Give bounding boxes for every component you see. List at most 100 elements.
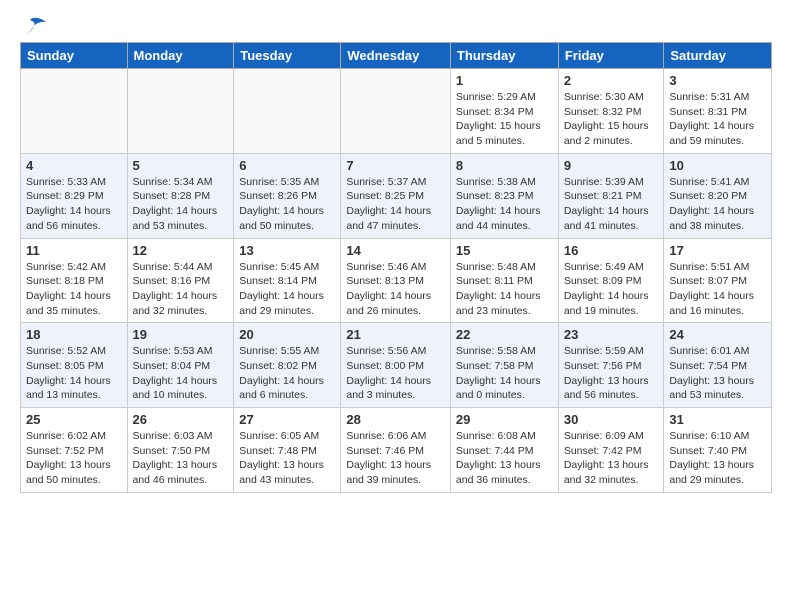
- day-info: Sunrise: 5:48 AM Sunset: 8:11 PM Dayligh…: [456, 260, 553, 319]
- day-number: 1: [456, 73, 553, 88]
- day-info: Sunrise: 5:49 AM Sunset: 8:09 PM Dayligh…: [564, 260, 659, 319]
- day-number: 21: [346, 327, 445, 342]
- day-number: 24: [669, 327, 766, 342]
- week-row-5: 25 Sunrise: 6:02 AM Sunset: 7:52 PM Dayli…: [21, 408, 772, 493]
- day-info: Sunrise: 5:55 AM Sunset: 8:02 PM Dayligh…: [239, 344, 335, 403]
- day-cell: 24Sunrise: 6:01 AM Sunset: 7:54 PM Dayli…: [664, 323, 772, 408]
- day-info: Sunrise: 6:08 AM Sunset: 7:44 PM Dayligh…: [456, 429, 553, 488]
- calendar: SundayMondayTuesdayWednesdayThursdayFrid…: [20, 42, 772, 493]
- day-cell: 3Sunrise: 5:31 AM Sunset: 8:31 PM Daylig…: [664, 69, 772, 154]
- day-cell: 30 Sunrise: 6:09 AM Sunset: 7:42 PM Dayli…: [558, 408, 664, 493]
- day-cell: 31 Sunrise: 6:10 AM Sunset: 7:40 PM Dayli…: [664, 408, 772, 493]
- day-cell: 28Sunrise: 6:06 AM Sunset: 7:46 PM Dayli…: [341, 408, 451, 493]
- day-info: Sunrise: 6:06 AM Sunset: 7:46 PM Dayligh…: [346, 429, 445, 488]
- day-info: Sunrise: 5:41 AM Sunset: 8:20 PM Dayligh…: [669, 175, 766, 234]
- day-info: Sunrise: 6:09 AM Sunset: 7:42 PM Dayligh…: [564, 429, 659, 488]
- day-number: 8: [456, 158, 553, 173]
- day-cell: 8 Sunrise: 5:38 AM Sunset: 8:23 PM Daylig…: [450, 153, 558, 238]
- day-cell: 27 Sunrise: 6:05 AM Sunset: 7:48 PM Dayli…: [234, 408, 341, 493]
- day-number: 23: [564, 327, 659, 342]
- week-row-2: 4 Sunrise: 5:33 AM Sunset: 8:29 PM Daylig…: [21, 153, 772, 238]
- day-number: 18: [26, 327, 122, 342]
- day-cell: [341, 69, 451, 154]
- day-cell: 16 Sunrise: 5:49 AM Sunset: 8:09 PM Dayli…: [558, 238, 664, 323]
- day-info: Sunrise: 6:10 AM Sunset: 7:40 PM Dayligh…: [669, 429, 766, 488]
- day-number: 27: [239, 412, 335, 427]
- day-number: 29: [456, 412, 553, 427]
- week-row-3: 11Sunrise: 5:42 AM Sunset: 8:18 PM Dayli…: [21, 238, 772, 323]
- day-number: 2: [564, 73, 659, 88]
- day-info: Sunrise: 5:38 AM Sunset: 8:23 PM Dayligh…: [456, 175, 553, 234]
- day-info: Sunrise: 5:35 AM Sunset: 8:26 PM Dayligh…: [239, 175, 335, 234]
- day-cell: [21, 69, 128, 154]
- day-cell: 9 Sunrise: 5:39 AM Sunset: 8:21 PM Daylig…: [558, 153, 664, 238]
- day-number: 15: [456, 243, 553, 258]
- day-number: 17: [669, 243, 766, 258]
- day-info: Sunrise: 6:05 AM Sunset: 7:48 PM Dayligh…: [239, 429, 335, 488]
- day-number: 6: [239, 158, 335, 173]
- day-number: 16: [564, 243, 659, 258]
- day-number: 25: [26, 412, 122, 427]
- day-number: 14: [346, 243, 445, 258]
- day-info: Sunrise: 5:31 AM Sunset: 8:31 PM Dayligh…: [669, 90, 766, 149]
- weekday-wednesday: Wednesday: [341, 43, 451, 69]
- day-number: 20: [239, 327, 335, 342]
- day-cell: 17 Sunrise: 5:51 AM Sunset: 8:07 PM Dayli…: [664, 238, 772, 323]
- weekday-monday: Monday: [127, 43, 234, 69]
- day-cell: 23 Sunrise: 5:59 AM Sunset: 7:56 PM Dayli…: [558, 323, 664, 408]
- page: SundayMondayTuesdayWednesdayThursdayFrid…: [0, 0, 792, 509]
- day-cell: 29 Sunrise: 6:08 AM Sunset: 7:44 PM Dayli…: [450, 408, 558, 493]
- weekday-friday: Friday: [558, 43, 664, 69]
- day-number: 4: [26, 158, 122, 173]
- day-number: 30: [564, 412, 659, 427]
- day-info: Sunrise: 5:33 AM Sunset: 8:29 PM Dayligh…: [26, 175, 122, 234]
- day-cell: 13 Sunrise: 5:45 AM Sunset: 8:14 PM Dayli…: [234, 238, 341, 323]
- day-info: Sunrise: 5:45 AM Sunset: 8:14 PM Dayligh…: [239, 260, 335, 319]
- day-cell: 22Sunrise: 5:58 AM Sunset: 7:58 PM Dayli…: [450, 323, 558, 408]
- day-info: Sunrise: 5:51 AM Sunset: 8:07 PM Dayligh…: [669, 260, 766, 319]
- day-cell: 11Sunrise: 5:42 AM Sunset: 8:18 PM Dayli…: [21, 238, 128, 323]
- day-number: 9: [564, 158, 659, 173]
- day-cell: 7 Sunrise: 5:37 AM Sunset: 8:25 PM Daylig…: [341, 153, 451, 238]
- day-cell: 5 Sunrise: 5:34 AM Sunset: 8:28 PM Daylig…: [127, 153, 234, 238]
- day-number: 5: [133, 158, 229, 173]
- week-row-1: 1Sunrise: 5:29 AM Sunset: 8:34 PM Daylig…: [21, 69, 772, 154]
- day-info: Sunrise: 5:44 AM Sunset: 8:16 PM Dayligh…: [133, 260, 229, 319]
- day-info: Sunrise: 5:46 AM Sunset: 8:13 PM Dayligh…: [346, 260, 445, 319]
- day-number: 7: [346, 158, 445, 173]
- day-cell: 15 Sunrise: 5:48 AM Sunset: 8:11 PM Dayli…: [450, 238, 558, 323]
- logo: [20, 16, 48, 34]
- day-info: Sunrise: 5:58 AM Sunset: 7:58 PM Dayligh…: [456, 344, 553, 403]
- day-cell: 6 Sunrise: 5:35 AM Sunset: 8:26 PM Daylig…: [234, 153, 341, 238]
- day-cell: 26Sunrise: 6:03 AM Sunset: 7:50 PM Dayli…: [127, 408, 234, 493]
- day-cell: 19 Sunrise: 5:53 AM Sunset: 8:04 PM Dayli…: [127, 323, 234, 408]
- day-info: Sunrise: 5:37 AM Sunset: 8:25 PM Dayligh…: [346, 175, 445, 234]
- weekday-sunday: Sunday: [21, 43, 128, 69]
- day-cell: 12 Sunrise: 5:44 AM Sunset: 8:16 PM Dayli…: [127, 238, 234, 323]
- weekday-header-row: SundayMondayTuesdayWednesdayThursdayFrid…: [21, 43, 772, 69]
- day-info: Sunrise: 5:59 AM Sunset: 7:56 PM Dayligh…: [564, 344, 659, 403]
- weekday-saturday: Saturday: [664, 43, 772, 69]
- week-row-4: 18 Sunrise: 5:52 AM Sunset: 8:05 PM Dayli…: [21, 323, 772, 408]
- day-number: 10: [669, 158, 766, 173]
- day-number: 19: [133, 327, 229, 342]
- day-cell: 18 Sunrise: 5:52 AM Sunset: 8:05 PM Dayli…: [21, 323, 128, 408]
- day-info: Sunrise: 5:52 AM Sunset: 8:05 PM Dayligh…: [26, 344, 122, 403]
- day-number: 26: [133, 412, 229, 427]
- day-cell: 14 Sunrise: 5:46 AM Sunset: 8:13 PM Dayli…: [341, 238, 451, 323]
- day-info: Sunrise: 5:56 AM Sunset: 8:00 PM Dayligh…: [346, 344, 445, 403]
- weekday-thursday: Thursday: [450, 43, 558, 69]
- day-number: 13: [239, 243, 335, 258]
- day-cell: 20 Sunrise: 5:55 AM Sunset: 8:02 PM Dayli…: [234, 323, 341, 408]
- day-cell: 25 Sunrise: 6:02 AM Sunset: 7:52 PM Dayli…: [21, 408, 128, 493]
- day-number: 31: [669, 412, 766, 427]
- weekday-tuesday: Tuesday: [234, 43, 341, 69]
- day-info: Sunrise: 5:39 AM Sunset: 8:21 PM Dayligh…: [564, 175, 659, 234]
- day-info: Sunrise: 6:02 AM Sunset: 7:52 PM Dayligh…: [26, 429, 122, 488]
- header: [20, 16, 772, 34]
- day-number: 12: [133, 243, 229, 258]
- day-info: Sunrise: 5:34 AM Sunset: 8:28 PM Dayligh…: [133, 175, 229, 234]
- day-info: Sunrise: 5:30 AM Sunset: 8:32 PM Dayligh…: [564, 90, 659, 149]
- day-cell: 21 Sunrise: 5:56 AM Sunset: 8:00 PM Dayli…: [341, 323, 451, 408]
- day-info: Sunrise: 5:53 AM Sunset: 8:04 PM Dayligh…: [133, 344, 229, 403]
